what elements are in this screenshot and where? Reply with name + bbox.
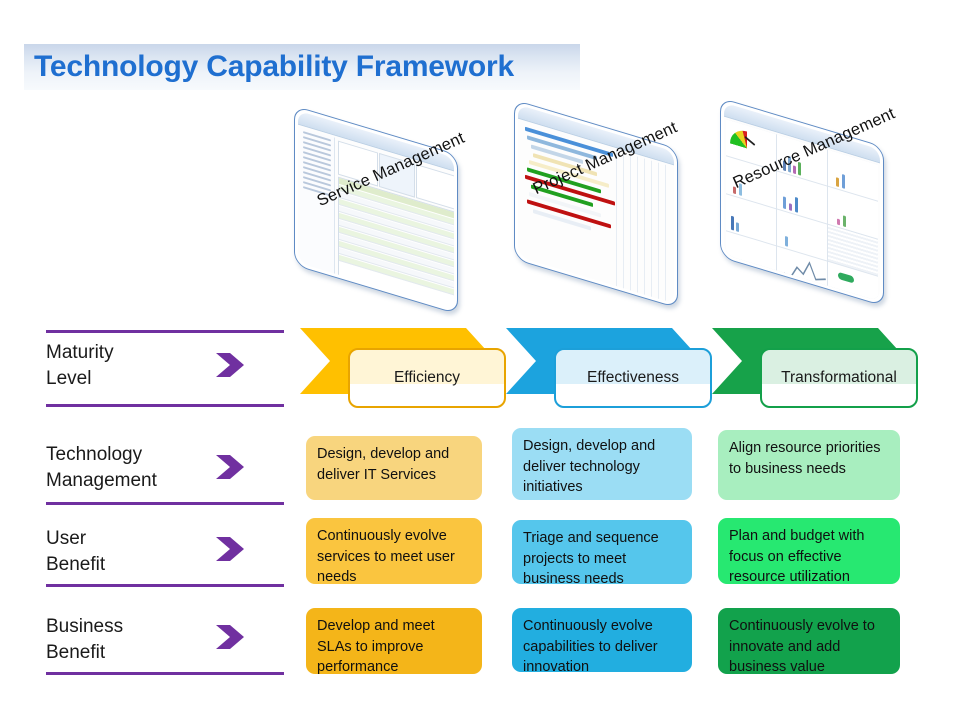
row-label-maturity-line2: Level — [46, 368, 92, 389]
row-divider-bottom-techmgmt — [46, 502, 284, 505]
row-label-maturity-line1: Maturity — [46, 342, 114, 363]
page-title: Technology Capability Framework — [34, 50, 515, 83]
row-label-userbenefit-line2: Benefit — [46, 554, 106, 575]
chevron-right-icon — [214, 350, 250, 380]
thumbnail-service-management: Service Management — [288, 105, 478, 315]
row-label-technology-management: Technology Management — [46, 442, 292, 502]
row-label-techmgmt-line2: Management — [46, 470, 157, 491]
maturity-label-transformational: Transformational — [781, 369, 897, 386]
card-service-user-benefit[interactable]: Continuously evolve services to meet use… — [306, 518, 482, 584]
card-service-technology-management[interactable]: Design, develop and deliver IT Services — [306, 436, 482, 500]
row-label-maturity-level: Maturity Level — [46, 338, 292, 402]
row-label-techmgmt-line1: Technology — [46, 444, 143, 465]
maturity-label-efficiency: Efficiency — [393, 369, 461, 386]
card-project-user-benefit[interactable]: Triage and sequence projects to meet bus… — [512, 520, 692, 584]
row-divider-bottom-maturity — [46, 404, 284, 407]
row-label-businessbenefit-line2: Benefit — [46, 642, 106, 663]
row-divider-bottom-businessbenefit — [46, 672, 284, 675]
screenshot-frame-service — [294, 105, 458, 315]
maturity-label-effectiveness: Effectiveness — [587, 369, 679, 386]
maturity-pill-project[interactable]: Effectiveness — [554, 348, 712, 408]
chevron-right-icon — [214, 452, 250, 482]
maturity-pill-resource[interactable]: Transformational — [760, 348, 918, 408]
card-project-technology-management[interactable]: Design, develop and deliver technology i… — [512, 428, 692, 500]
row-divider-bottom-userbenefit — [46, 584, 284, 587]
card-resource-user-benefit[interactable]: Plan and budget with focus on effective … — [718, 518, 900, 584]
thumbnail-resource-management: Resource Management — [714, 97, 904, 307]
card-project-business-benefit[interactable]: Continuously evolve capabilities to deli… — [512, 608, 692, 672]
chevron-right-icon — [214, 534, 250, 564]
row-label-business-benefit: Business Benefit — [46, 614, 292, 672]
card-resource-business-benefit[interactable]: Continuously evolve to innovate and add … — [718, 608, 900, 674]
card-service-business-benefit[interactable]: Develop and meet SLAs to improve perform… — [306, 608, 482, 674]
maturity-pill-service[interactable]: Efficiency — [348, 348, 506, 408]
row-label-userbenefit-line1: User — [46, 528, 87, 549]
row-label-businessbenefit-line1: Business — [46, 616, 124, 637]
chevron-right-icon — [214, 622, 250, 652]
row-divider-top-maturity — [46, 330, 284, 333]
thumbnail-project-management: Project Management — [508, 99, 698, 309]
card-resource-technology-management[interactable]: Align resource priorities to business ne… — [718, 430, 900, 500]
row-label-user-benefit: User Benefit — [46, 526, 292, 584]
